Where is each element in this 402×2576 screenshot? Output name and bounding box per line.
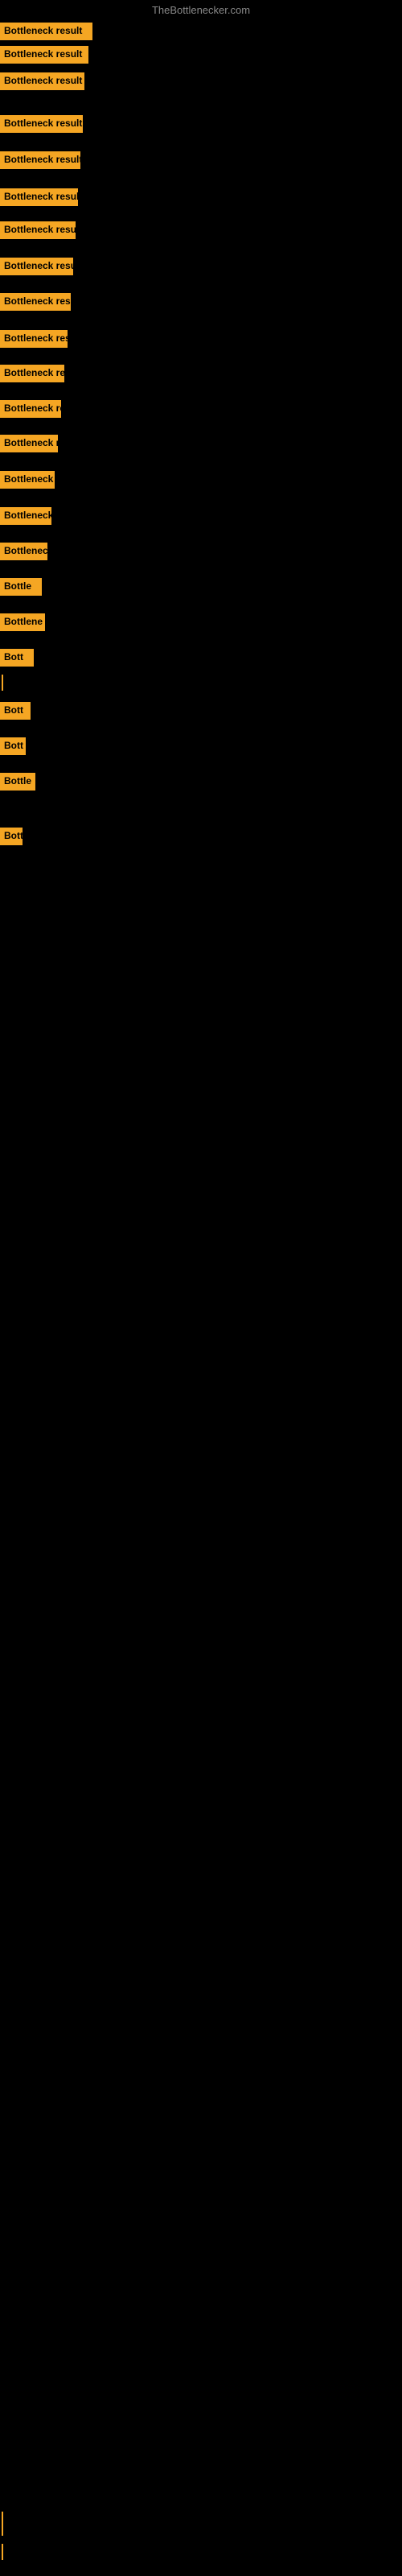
vertical-line-indicator (2, 675, 3, 691)
site-title: TheBottlenecker.com (152, 4, 250, 16)
bottleneck-result-label: Bottleneck re (0, 507, 51, 525)
bottleneck-result-label: Bott (0, 702, 31, 720)
vertical-line-indicator (2, 2512, 3, 2536)
bottleneck-result-label: Bottleneck result (0, 151, 80, 169)
bottleneck-result-label: Bottleneck result (0, 365, 64, 382)
bottleneck-result-label: Bottleneck result (0, 258, 73, 275)
bottleneck-result-label: Bottleneck result (0, 330, 68, 348)
bottleneck-result-label: Bott (0, 828, 23, 845)
bottleneck-result-label: Bottleneck result (0, 188, 78, 206)
bottleneck-result-label: Bottle (0, 578, 42, 596)
bottleneck-result-label: Bottleneck result (0, 221, 76, 239)
bottleneck-result-label: Bottle (0, 773, 35, 791)
bottleneck-result-label: Bottleneck result (0, 293, 71, 311)
bottleneck-result-label: Bottleneck result (0, 46, 88, 64)
bottleneck-result-label: Bottleneck res (0, 471, 55, 489)
bottleneck-result-label: Bottleneck result (0, 115, 83, 133)
vertical-line-indicator (2, 2544, 3, 2560)
bottleneck-result-label: Bottleneck res (0, 435, 58, 452)
bottleneck-result-label: Bottleneck result (0, 23, 92, 40)
bottleneck-result-label: Bottleneck result (0, 72, 84, 90)
bottleneck-result-label: Bottlene (0, 613, 45, 631)
bottleneck-result-label: Bott (0, 737, 26, 755)
bottleneck-result-label: Bottleneck resu (0, 400, 61, 418)
bottleneck-result-label: Bott (0, 649, 34, 667)
bottleneck-result-label: Bottleneck (0, 543, 47, 560)
